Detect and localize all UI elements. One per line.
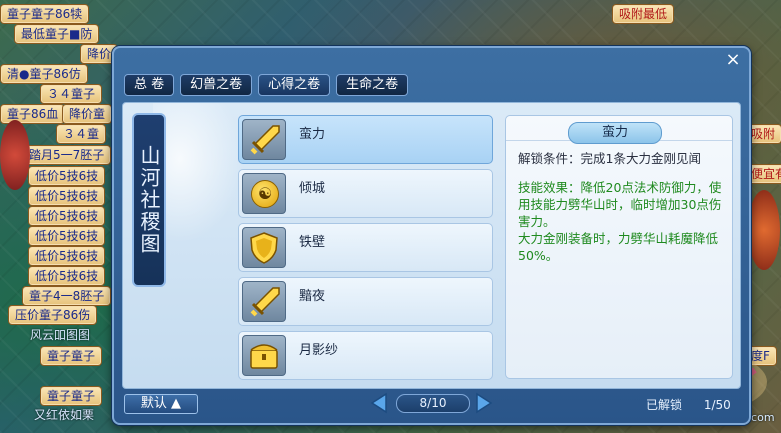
sword-icon [250, 125, 280, 155]
stall-tag[interactable]: 低价5技6技 [28, 186, 106, 206]
skill-item[interactable]: ☯ 倾城 [238, 169, 493, 218]
stall-tag[interactable]: 清●童子86仿 [0, 64, 88, 84]
shield-icon [250, 232, 278, 264]
skill-label: 黯夜 [299, 289, 326, 304]
detail-header: 蛮力 [506, 120, 732, 144]
stall-tag[interactable]: 低价5技6技 [28, 226, 106, 246]
player-name: 又红依如栗 [34, 408, 95, 422]
skill-icon-frame [242, 227, 286, 268]
arrow-left-icon [370, 392, 387, 414]
stall-tag[interactable]: 低价5技6技 [28, 246, 106, 266]
unlocked-count: 1/50 [703, 398, 731, 412]
stall-tag[interactable]: 吸附最低 [612, 4, 675, 24]
tab-insight[interactable]: 心得之卷 [258, 74, 331, 96]
stall-tag[interactable]: 踏月5一7胚子 [22, 145, 112, 165]
tab-life[interactable]: 生命之卷 [336, 74, 409, 96]
unlock-condition: 解锁条件：完成1条大力金刚见闻 [518, 151, 701, 166]
arrow-right-icon [476, 392, 493, 414]
skill-label: 蛮力 [299, 127, 326, 142]
stall-tag[interactable]: 最低童子■防 [14, 24, 100, 44]
skill-label: 铁壁 [299, 235, 326, 250]
skill-item[interactable]: 黯夜 [238, 277, 493, 326]
pagination: 8/10 [368, 391, 498, 415]
player-name: 风云吅图图 [30, 328, 91, 342]
stall-tag[interactable]: 低价5技6技 [28, 206, 106, 226]
skill-icon-frame [242, 119, 286, 160]
content-panel: 山河社稷图 蛮力 ☯ 倾城 铁壁 黯夜 月影纱 蛮力 解锁条件：完成1条大力金刚… [122, 102, 741, 389]
skill-list: 蛮力 ☯ 倾城 铁壁 黯夜 月影纱 [238, 115, 493, 385]
stall-tag[interactable]: 童子童子86犊 [0, 4, 90, 24]
skill-detail-panel: 蛮力 解锁条件：完成1条大力金刚见闻 技能效果：降低20点法术防御力，使用技能力… [505, 115, 733, 379]
sword-icon [250, 287, 280, 317]
stall-tag[interactable]: ３４童 [56, 124, 107, 144]
unlocked-counter: 已解锁 1/50 [646, 396, 731, 413]
stall-tag[interactable]: 压价童子86伤 [8, 305, 98, 325]
skill-item[interactable]: 月影纱 [238, 331, 493, 380]
page-indicator: 8/10 [396, 394, 470, 413]
skill-label: 倾城 [299, 181, 326, 196]
skill-effect: 技能效果：降低20点法术防御力，使用技能力劈华山时，临时增加30点伤害力。 [518, 180, 722, 229]
shanhe-sheji-window: × 总 卷 幻兽之卷 心得之卷 生命之卷 山河社稷图 蛮力 ☯ 倾城 铁壁 黯夜… [112, 46, 751, 425]
unlocked-label: 已解锁 [646, 398, 683, 412]
stall-tag[interactable]: 低价5技6技 [28, 266, 106, 286]
cloud-decoration [153, 103, 243, 243]
stall-tag[interactable]: ３４童子 [40, 84, 103, 104]
npc-character[interactable] [748, 190, 780, 270]
scroll-title: 山河社稷图 [132, 113, 166, 287]
skill-item[interactable]: 蛮力 [238, 115, 493, 164]
skill-item[interactable]: 铁壁 [238, 223, 493, 272]
next-page-button[interactable] [473, 391, 495, 415]
npc-character[interactable] [0, 120, 30, 190]
tab-beast[interactable]: 幻兽之卷 [180, 74, 253, 96]
detail-title: 蛮力 [568, 122, 662, 144]
skill-effect-extra: 大力金刚装备时，力劈华山耗魔降低50%。 [518, 231, 719, 263]
yin-yang-icon: ☯ [251, 180, 279, 208]
chest-icon [250, 344, 278, 369]
skill-icon-frame: ☯ [242, 173, 286, 214]
detail-body: 解锁条件：完成1条大力金刚见闻 技能效果：降低20点法术防御力，使用技能力劈华山… [518, 150, 722, 264]
stall-tag[interactable]: 低价5技6技 [28, 166, 106, 186]
skill-icon-frame [242, 335, 286, 376]
stall-tag[interactable]: 童子童子 [40, 346, 103, 366]
prev-page-button[interactable] [368, 391, 390, 415]
stall-tag[interactable]: 降价童 [62, 104, 113, 124]
stall-tag[interactable]: 童子童子 [40, 386, 103, 406]
close-button[interactable]: × [723, 50, 743, 70]
skill-label: 月影纱 [299, 343, 339, 358]
tab-general[interactable]: 总 卷 [124, 74, 175, 96]
tab-bar: 总 卷 幻兽之卷 心得之卷 生命之卷 [124, 74, 409, 96]
stall-tag[interactable]: 童子4一8胚子 [22, 286, 112, 306]
default-sort-button[interactable]: 默认 ▲ [124, 394, 198, 414]
skill-icon-frame [242, 281, 286, 322]
